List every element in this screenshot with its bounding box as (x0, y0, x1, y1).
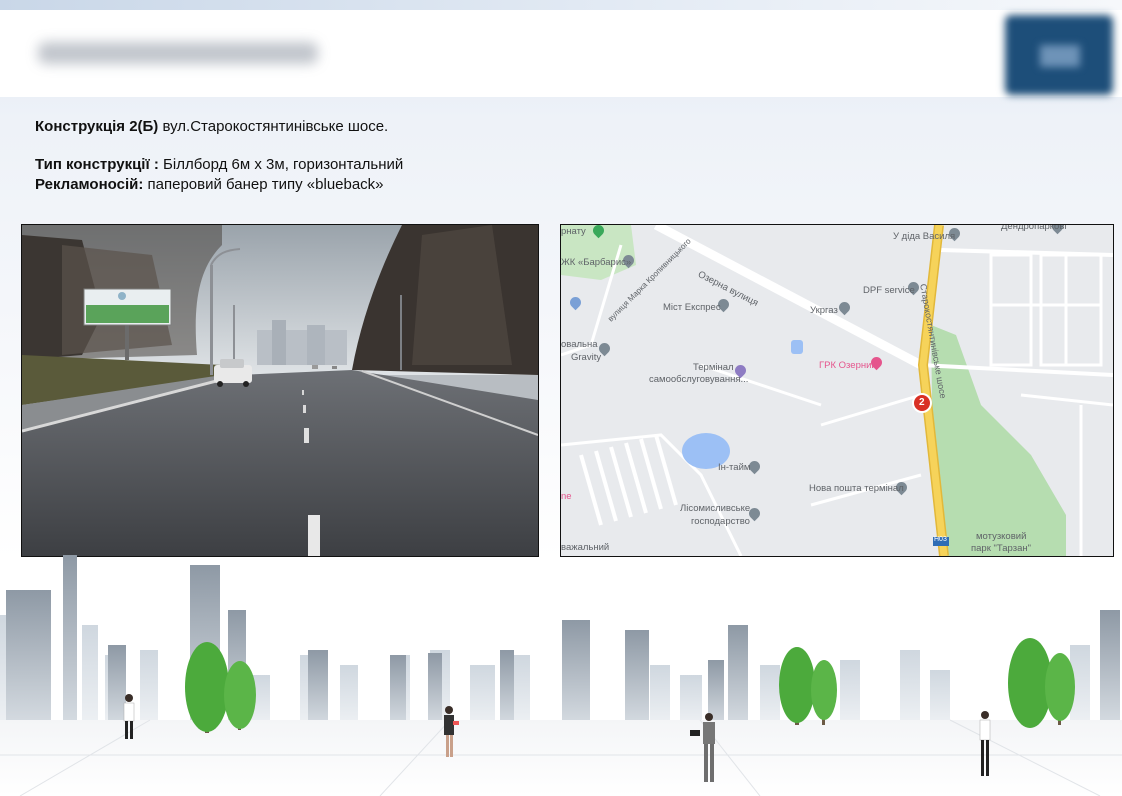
map-label: Міст Експрес (663, 302, 721, 313)
map-label: ГРК Озерний (819, 360, 877, 371)
map-label: H03 (934, 536, 947, 543)
street-photo-drawing (22, 225, 538, 556)
map-label: мотузковий (976, 531, 1027, 542)
map-label: рнату (561, 226, 586, 237)
carrier-line: Рекламоносій: паперовий банер типу «blue… (35, 176, 384, 193)
street-photo (21, 224, 539, 557)
map-label: ne (561, 491, 572, 502)
construction-line: Конструкція 2(Б) вул.Старокостянтинівськ… (35, 118, 388, 135)
location-map: Дендропаркові У діда Василя рнату ЖК «Ба… (560, 224, 1114, 557)
logo-mark (1040, 45, 1080, 67)
carrier-value: паперовий банер типу «blueback» (143, 176, 384, 193)
type-line: Тип конструкції : Біллборд 6м х 3м, гори… (35, 156, 403, 173)
top-band (0, 0, 1122, 10)
map-marker-label: 2 (919, 397, 925, 408)
map-label: Нова пошта термінал (809, 483, 904, 494)
map-label: самообслуговування... (649, 374, 749, 385)
map-label: господарство (691, 516, 750, 527)
map-label: У діда Василя (893, 231, 956, 242)
map-label: DPF service (863, 285, 915, 296)
map-label: Термінал (693, 362, 734, 373)
carrier-label: Рекламоносій: (35, 176, 144, 193)
map-label: важальний (561, 542, 610, 553)
blurred-header-title (38, 42, 318, 64)
tree-icon (779, 647, 837, 725)
map-label: Gravity (571, 352, 602, 363)
type-value: Біллборд 6м х 3м, горизонтальний (158, 156, 404, 173)
type-label: Тип конструкції : (35, 156, 159, 173)
map-drawing (561, 225, 1113, 556)
slide: Конструкція 2(Б) вул.Старокостянтинівськ… (0, 0, 1122, 796)
map-label: Укргаз (810, 305, 838, 316)
decorative-skyline (0, 555, 1122, 796)
map-label: парк "Тарзан" (971, 543, 1031, 554)
tree-icon (1008, 638, 1075, 728)
map-label: овальна (561, 339, 598, 350)
map-label: Лісомисливське (680, 503, 751, 514)
map-label: Дендропаркові (1001, 224, 1067, 232)
construction-value: вул.Старокостянтинівське шосе. (158, 118, 389, 135)
construction-label: Конструкція 2(Б) (35, 118, 159, 135)
map-label: ЖК «Барбарис» (561, 257, 632, 268)
map-label: Ін-тайм (718, 462, 751, 473)
